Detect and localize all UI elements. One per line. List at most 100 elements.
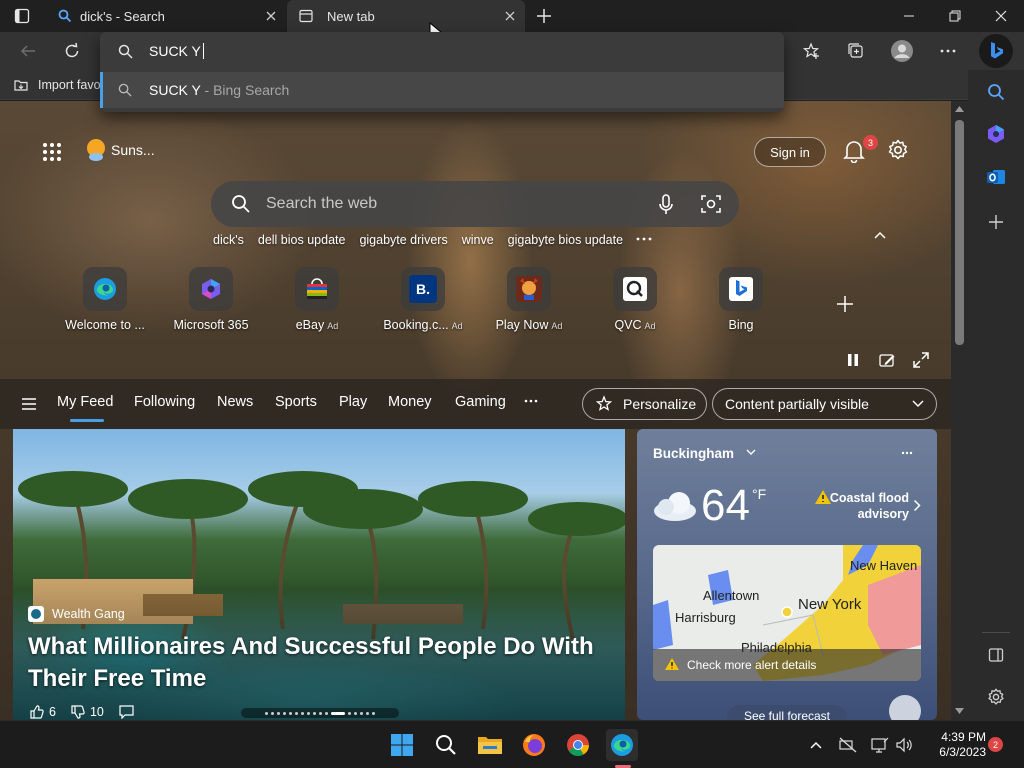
- sign-in-button[interactable]: Sign in: [754, 137, 826, 167]
- scrollbar-thumb[interactable]: [955, 120, 964, 345]
- featured-news-card[interactable]: Wealth Gang What Millionaires And Succes…: [13, 429, 625, 720]
- edge-taskbar-icon[interactable]: [606, 729, 638, 761]
- settings-gear-icon[interactable]: [887, 139, 909, 161]
- article-headline[interactable]: What Millionaires And Successful People …: [28, 631, 608, 695]
- restore-button[interactable]: [932, 0, 978, 32]
- temperature-unit[interactable]: °F: [752, 486, 766, 502]
- trending-item[interactable]: dell bios update: [258, 233, 346, 249]
- quick-link-welcome[interactable]: Welcome to ...: [53, 267, 157, 337]
- network-disconnected-icon[interactable]: [832, 729, 864, 761]
- tab-new-tab[interactable]: New tab: [287, 0, 525, 32]
- sidebar-settings-gear-icon[interactable]: [982, 683, 1010, 711]
- weather-alert-map[interactable]: Allentown New York Harrisburg Philadelph…: [653, 545, 921, 681]
- more-trending-icon[interactable]: [636, 236, 652, 242]
- visual-search-icon[interactable]: [701, 194, 721, 214]
- taskbar-search-icon[interactable]: [430, 729, 462, 761]
- chevron-right-icon[interactable]: [913, 499, 921, 512]
- sidebar-add-icon[interactable]: [982, 208, 1010, 236]
- chevron-up-icon[interactable]: [873, 230, 887, 240]
- more-options-icon[interactable]: [901, 451, 913, 455]
- favorites-star-icon[interactable]: [797, 36, 827, 66]
- feed-tab-play[interactable]: Play: [339, 394, 367, 410]
- import-icon: [13, 77, 29, 93]
- close-window-button[interactable]: [978, 0, 1024, 32]
- firefox-icon[interactable]: [518, 729, 550, 761]
- bing-copilot-icon[interactable]: [979, 34, 1013, 68]
- feed-tab-following[interactable]: Following: [134, 394, 195, 410]
- profile-avatar[interactable]: [887, 36, 917, 66]
- chevron-up-icon[interactable]: [800, 729, 832, 761]
- quick-link-bing[interactable]: Bing: [689, 267, 793, 337]
- weather-alert[interactable]: Coastal flood advisory: [797, 490, 909, 522]
- quick-link-play-now[interactable]: Play Now Ad: [477, 267, 581, 337]
- feed-tab-my-feed[interactable]: My Feed: [57, 394, 113, 410]
- map-label: New Haven: [850, 558, 918, 573]
- hamburger-menu-icon[interactable]: [21, 397, 37, 411]
- weather-location[interactable]: Buckingham: [653, 446, 756, 461]
- weather-card[interactable]: Buckingham 64 °F Coastal flood advisory: [637, 429, 937, 720]
- feed-tab-money[interactable]: Money: [388, 394, 432, 410]
- chrome-icon[interactable]: [562, 729, 594, 761]
- quick-link-booking[interactable]: B. Booking.c... Ad: [371, 267, 475, 337]
- fullscreen-icon[interactable]: [913, 352, 929, 368]
- system-clock[interactable]: 4:39 PM 6/3/2023: [922, 730, 986, 760]
- notification-count-badge[interactable]: 2: [988, 737, 1003, 752]
- content-visibility-dropdown[interactable]: Content partially visible: [712, 388, 937, 420]
- quick-link-ebay[interactable]: eBay Ad: [265, 267, 369, 337]
- file-explorer-icon[interactable]: [474, 729, 506, 761]
- carousel-pagination[interactable]: [241, 708, 399, 718]
- trending-item[interactable]: dick's: [213, 233, 244, 249]
- scroll-down-arrow-icon[interactable]: [955, 708, 964, 714]
- feed-tab-gaming[interactable]: Gaming: [455, 394, 506, 410]
- back-button[interactable]: [13, 36, 43, 66]
- more-options-icon[interactable]: [933, 36, 963, 66]
- collections-icon[interactable]: [841, 36, 871, 66]
- clock-time: 4:39 PM: [941, 730, 986, 744]
- address-bar-input[interactable]: SUCK Y: [100, 32, 784, 70]
- sidebar-microsoft-365-icon[interactable]: [982, 120, 1010, 148]
- quick-link-microsoft-365[interactable]: Microsoft 365: [159, 267, 263, 337]
- app-launcher-icon[interactable]: [42, 142, 62, 162]
- edit-background-icon[interactable]: [879, 352, 895, 368]
- web-search-box[interactable]: Search the web: [211, 181, 739, 227]
- feed-tab-sports[interactable]: Sports: [275, 394, 317, 410]
- more-feed-tabs-icon[interactable]: [524, 399, 538, 403]
- sidebar-outlook-icon[interactable]: [982, 163, 1010, 191]
- weather-widget-mini[interactable]: Suns...: [84, 137, 155, 163]
- scroll-up-arrow-icon[interactable]: [955, 106, 964, 112]
- comment-icon[interactable]: [119, 705, 134, 719]
- search-suggestion[interactable]: SUCK Y - Bing Search: [100, 72, 784, 108]
- microphone-icon[interactable]: [658, 194, 674, 216]
- sidebar-search-icon[interactable]: [982, 78, 1010, 106]
- notifications-bell-icon[interactable]: [843, 139, 865, 163]
- feed-tab-news[interactable]: News: [217, 394, 253, 410]
- thumbs-down-icon[interactable]: [71, 705, 85, 719]
- booking-logo-icon: B.: [401, 267, 445, 311]
- alert-details-bar[interactable]: Check more alert details: [653, 649, 921, 681]
- trending-item[interactable]: gigabyte bios update: [508, 233, 623, 249]
- tab-search[interactable]: dick's - Search: [48, 0, 286, 32]
- trending-item[interactable]: gigabyte drivers: [359, 233, 447, 249]
- close-icon[interactable]: [503, 9, 517, 23]
- pause-background-icon[interactable]: [846, 353, 860, 367]
- trending-item[interactable]: winve: [462, 233, 494, 249]
- search-icon: [118, 44, 133, 59]
- sidebar-panel-toggle-icon[interactable]: [982, 641, 1010, 669]
- quick-link-qvc[interactable]: QVC Ad: [583, 267, 687, 337]
- tab-actions-icon[interactable]: [14, 8, 30, 24]
- refresh-button[interactable]: [57, 36, 87, 66]
- volume-icon[interactable]: [888, 729, 920, 761]
- minimize-button[interactable]: [886, 0, 932, 32]
- thumbs-up-icon[interactable]: [30, 705, 44, 719]
- see-full-forecast-button[interactable]: See full forecast: [727, 705, 847, 720]
- import-favorites-link[interactable]: Import favo: [13, 77, 101, 93]
- article-source[interactable]: Wealth Gang: [28, 606, 125, 622]
- new-tab-plus-icon[interactable]: [535, 7, 553, 25]
- weather-thumbnail[interactable]: [889, 695, 921, 720]
- add-quick-link-icon[interactable]: [836, 295, 854, 313]
- windows-start-icon[interactable]: [386, 729, 418, 761]
- close-icon[interactable]: [264, 9, 278, 23]
- feed-navigation: My Feed Following News Sports Play Money…: [0, 379, 951, 429]
- personalize-button[interactable]: Personalize: [582, 388, 707, 420]
- tab-strip: dick's - Search New tab: [0, 0, 1024, 42]
